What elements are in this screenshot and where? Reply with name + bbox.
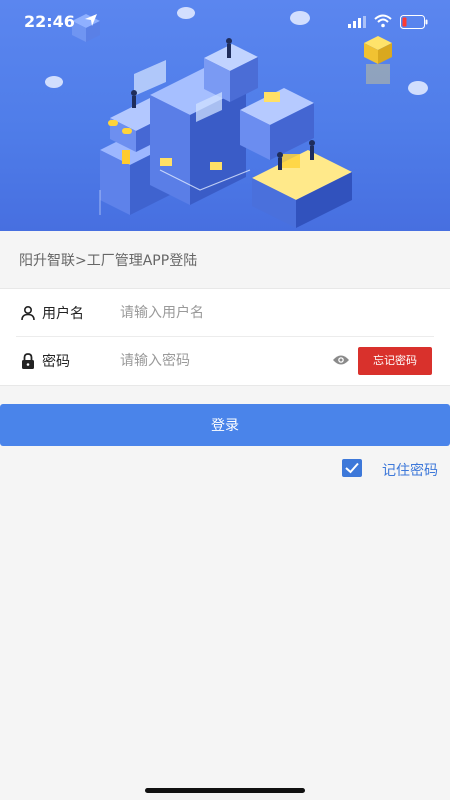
username-row: 用户名: [0, 289, 450, 337]
lock-icon: [22, 353, 34, 369]
remember-checkbox[interactable]: [342, 459, 362, 477]
forgot-password-button[interactable]: 忘记密码: [358, 347, 432, 375]
username-label: 用户名: [42, 306, 84, 322]
user-icon: [21, 305, 35, 321]
login-button[interactable]: 登录: [0, 404, 450, 446]
status-bar: 22:46: [0, 0, 450, 46]
page-title-bar: 阳升智联>工厂管理APP登陆: [0, 231, 450, 287]
wifi-icon: [374, 14, 392, 28]
status-time: 22:46: [24, 12, 75, 31]
hero-banner: 22:46: [0, 0, 450, 231]
eye-icon[interactable]: [332, 354, 350, 366]
location-arrow-icon: [85, 14, 97, 26]
username-input[interactable]: [120, 299, 320, 327]
password-input[interactable]: [120, 347, 320, 375]
home-indicator: [145, 788, 305, 793]
password-row: 密码 忘记密码: [0, 337, 450, 385]
battery-icon: [400, 15, 428, 29]
remember-label[interactable]: 记住密码: [382, 460, 438, 480]
checkmark-icon: [345, 462, 359, 474]
password-label: 密码: [42, 354, 70, 370]
login-form: 用户名 密码 忘记密码: [0, 288, 450, 386]
signal-icon: [348, 16, 366, 28]
page-title: 阳升智联>工厂管理APP登陆: [19, 253, 198, 269]
remember-password[interactable]: 记住密码: [342, 457, 450, 479]
